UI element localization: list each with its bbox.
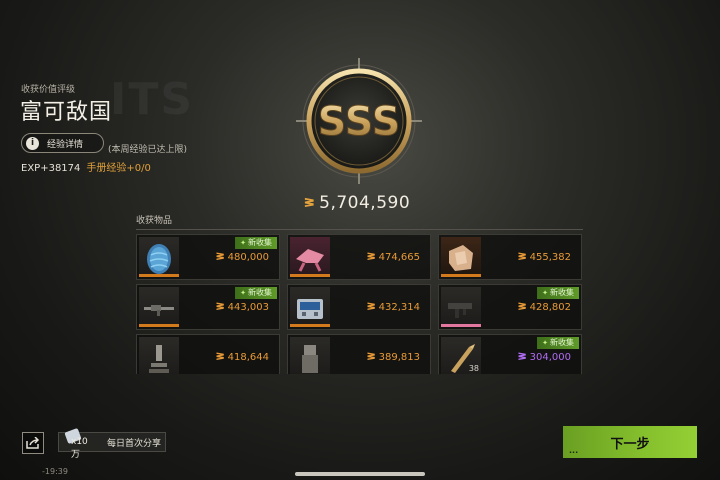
item-price: ᕒ 443,003: [216, 302, 269, 313]
next-step-label: 下一步: [610, 436, 650, 452]
loot-item[interactable]: ✦ 新收集 ᕒ 443,003: [136, 284, 280, 330]
item-price: ᕒ 480,000: [216, 252, 269, 263]
total-value: ᕒ 5,704,590: [304, 193, 410, 213]
exp-summary: EXP+38174 手册经验+0/0: [21, 159, 151, 174]
loot-grid: ✦ 新收集 ᕒ 480,000 ᕒ 474,665 ᕒ 455,382 ✦ 新收…: [136, 234, 583, 374]
currency-icon: ᕒ: [517, 252, 527, 263]
pink-frame-icon: [296, 249, 324, 272]
new-badge-label: 新收集: [248, 288, 272, 297]
item-price: ᕒ 304,000: [518, 352, 571, 363]
currency-icon: ᕒ: [517, 302, 527, 313]
item-thumbnail: [290, 287, 330, 327]
handbook-exp: 手册经验+0/0: [86, 163, 151, 174]
total-value-amount: 5,704,590: [319, 193, 411, 213]
loot-item[interactable]: ᕒ 432,314: [287, 284, 431, 330]
currency-icon: ᕒ: [366, 302, 376, 313]
home-indicator[interactable]: [295, 472, 425, 476]
item-thumbnail: [290, 237, 330, 277]
new-collect-badge: ✦ 新收集: [537, 337, 579, 349]
share-reward: x10万: [59, 428, 95, 460]
new-collect-badge: ✦ 新收集: [235, 237, 277, 249]
new-badge-label: 新收集: [248, 238, 272, 247]
item-price: ᕒ 389,813: [367, 352, 420, 363]
rating-title: 富可敌国: [20, 100, 113, 125]
new-collect-badge: ✦ 新收集: [235, 287, 277, 299]
currency-icon: ᕒ: [304, 196, 316, 210]
exp-details-label: 经验详情: [47, 139, 84, 150]
clock: -19:39: [42, 467, 68, 476]
currency-icon: ᕒ: [366, 252, 376, 263]
currency-icon: ᕒ: [366, 352, 376, 363]
currency-icon: ᕒ: [215, 252, 225, 263]
item-price-amount: 432,314: [378, 302, 420, 313]
item-price-amount: 480,000: [227, 252, 269, 263]
device-case-icon: [297, 299, 323, 319]
item-thumbnail: [139, 337, 179, 374]
exp-gain: EXP+38174: [21, 163, 81, 174]
loot-item[interactable]: ✦ 新收集 ᕒ 428,802: [438, 284, 582, 330]
new-badge-label: 新收集: [550, 338, 574, 347]
loot-item[interactable]: ᕒ 418,644: [136, 334, 280, 374]
item-price-amount: 418,644: [227, 352, 269, 363]
item-thumbnail: [441, 237, 481, 277]
item-price-amount: 428,802: [529, 302, 571, 313]
loot-item[interactable]: ᕒ 389,813: [287, 334, 431, 374]
item-price: ᕒ 418,644: [216, 352, 269, 363]
egg-icon: [147, 244, 171, 274]
item-price-amount: 455,382: [529, 252, 571, 263]
currency-icon: ᕒ: [215, 352, 225, 363]
share-button[interactable]: [22, 432, 44, 454]
info-icon: i: [26, 136, 39, 150]
grade-medal-emblem: SSS: [296, 58, 422, 184]
section-divider: [136, 229, 583, 230]
currency-icon: ᕒ: [517, 352, 527, 363]
currency-icon: ᕒ: [215, 302, 225, 313]
loot-item[interactable]: 38 ✦ 新收集 ᕒ 304,000: [438, 334, 582, 374]
next-step-dots: ...: [569, 446, 579, 455]
item-thumbnail: 38: [441, 337, 481, 374]
rifle-icon: [144, 305, 174, 316]
item-thumbnail: [139, 287, 179, 327]
section-label: 收获物品: [136, 216, 173, 226]
sparkle-icon: ✦: [542, 289, 548, 297]
sparkle-icon: ✦: [542, 339, 548, 347]
item-price-amount: 389,813: [378, 352, 420, 363]
loot-item[interactable]: ᕒ 474,665: [287, 234, 431, 280]
item-price-amount: 474,665: [378, 252, 420, 263]
grade-text: SSS: [318, 99, 401, 145]
item-price-amount: 304,000: [529, 352, 571, 363]
item-thumbnail: [441, 287, 481, 327]
item-price: ᕒ 428,802: [518, 302, 571, 313]
new-collect-badge: ✦ 新收集: [537, 287, 579, 299]
exp-details-button[interactable]: i 经验详情: [21, 133, 104, 153]
share-label: 每日首次分享: [107, 438, 162, 449]
new-badge-label: 新收集: [550, 288, 574, 297]
loot-item[interactable]: ᕒ 455,382: [438, 234, 582, 280]
item-price: ᕒ 474,665: [367, 252, 420, 263]
next-step-button[interactable]: 下一步 ...: [563, 426, 697, 458]
background-watermark: ITS: [110, 74, 195, 125]
sparkle-icon: ✦: [240, 289, 246, 297]
item-price: ᕒ 432,314: [367, 302, 420, 313]
smg-icon: [448, 303, 472, 318]
item-thumbnail: [139, 237, 179, 277]
share-icon: [26, 437, 40, 449]
item-thumbnail: [290, 337, 330, 374]
statue-icon: [302, 345, 318, 373]
microscope-icon: [149, 345, 169, 373]
item-price: ᕒ 455,382: [518, 252, 571, 263]
sparkle-icon: ✦: [240, 239, 246, 247]
weekly-cap-note: (本周经验已达上限): [108, 145, 188, 155]
daily-share-reward[interactable]: x10万 每日首次分享: [58, 428, 166, 460]
crystal-block-icon: [449, 245, 473, 271]
item-quantity: 38: [468, 364, 479, 373]
share-reward-amount: x10万: [71, 437, 88, 460]
loot-item[interactable]: ✦ 新收集 ᕒ 480,000: [136, 234, 280, 280]
item-price-amount: 443,003: [227, 302, 269, 313]
